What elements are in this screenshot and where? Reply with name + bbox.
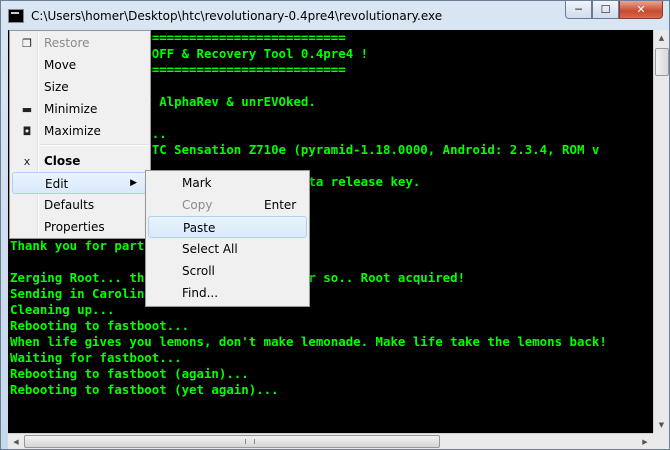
menu-item-label: Close	[44, 154, 81, 168]
menu-item-restore: ❐ Restore	[12, 32, 148, 54]
menu-item-maximize[interactable]: ◘ Maximize	[12, 120, 148, 142]
maximize-icon: ◘	[22, 124, 32, 138]
menu-item-label: Edit	[45, 177, 69, 191]
menu-item-defaults[interactable]: Defaults	[12, 194, 148, 216]
scroll-up-icon[interactable]: ▲	[654, 30, 669, 46]
menu-item-close[interactable]: x Close	[12, 150, 148, 172]
submenu-arrow-icon: ▶	[130, 178, 137, 188]
menu-item-properties[interactable]: Properties	[12, 216, 148, 238]
horizontal-scrollbar[interactable]: ◀ ▶	[8, 433, 653, 449]
menu-item-label: Find...	[182, 286, 219, 300]
horizontal-scroll-thumb[interactable]	[24, 435, 440, 448]
size-grip[interactable]	[653, 433, 669, 449]
menu-item-label: Select All	[182, 242, 238, 256]
menu-item-label: Size	[44, 80, 69, 94]
menu-item-label: Copy	[182, 198, 213, 212]
edit-item-paste[interactable]: Paste	[148, 216, 307, 238]
console-line: Cleaning up...	[10, 302, 115, 317]
edit-item-scroll[interactable]: Scroll	[148, 260, 307, 282]
console-line: Rebooting to fastboot...	[10, 318, 190, 333]
menu-item-accelerator: Enter	[264, 198, 297, 212]
menu-item-label: Restore	[44, 36, 90, 50]
menu-item-label: Mark	[182, 176, 212, 190]
caption-buttons: ─ ☐ ✕	[565, 1, 663, 21]
edit-submenu: Mark Copy Enter Paste Select All Scroll Find..…	[145, 170, 310, 307]
menu-separator	[40, 144, 148, 146]
edit-item-mark[interactable]: Mark	[148, 172, 307, 194]
minimize-icon: ▬	[21, 102, 33, 116]
minimize-icon: ─	[575, 3, 582, 16]
vertical-scroll-thumb[interactable]	[655, 48, 669, 76]
menu-item-label: Minimize	[44, 102, 98, 116]
console-line: Rebooting to fastboot (yet again)...	[10, 382, 279, 397]
menu-item-size[interactable]: Size	[12, 76, 148, 98]
system-menu: ❐ Restore Move Size ▬ Minimize ◘ Maximize x Close…	[9, 30, 151, 239]
menu-item-label: Scroll	[182, 264, 215, 278]
edit-item-find[interactable]: Find...	[148, 282, 307, 304]
scroll-right-icon[interactable]: ▶	[637, 434, 653, 449]
menu-item-minimize[interactable]: ▬ Minimize	[12, 98, 148, 120]
menu-item-label: Maximize	[44, 124, 101, 138]
console-line: Rebooting to fastboot (again)...	[10, 366, 249, 381]
vertical-scrollbar[interactable]: ▲ ▼	[653, 30, 669, 433]
edit-item-copy: Copy Enter	[148, 194, 307, 216]
scroll-down-icon[interactable]: ▼	[654, 417, 669, 433]
grip-icon	[245, 439, 255, 444]
close-icon: x	[23, 154, 31, 168]
title-bar[interactable]: C:\Users\homer\Desktop\htc\revolutionary…	[1, 1, 669, 33]
menu-item-label: Paste	[183, 221, 216, 235]
maximize-button[interactable]: ☐	[592, 1, 619, 19]
scroll-left-icon[interactable]: ◀	[8, 434, 24, 449]
console-icon[interactable]	[8, 9, 24, 23]
console-line: Waiting for fastboot...	[10, 350, 182, 365]
restore-icon: ❐	[22, 36, 32, 50]
menu-item-edit[interactable]: Edit ▶	[12, 172, 148, 194]
minimize-button[interactable]: ─	[565, 1, 592, 19]
close-icon: ✕	[636, 3, 646, 16]
menu-item-label: Defaults	[44, 198, 95, 212]
menu-item-label: Move	[44, 58, 77, 72]
console-line: When life gives you lemons, don't make l…	[10, 334, 607, 349]
menu-item-move[interactable]: Move	[12, 54, 148, 76]
window-title: C:\Users\homer\Desktop\htc\revolutionary…	[31, 9, 443, 23]
menu-item-label: Properties	[44, 220, 105, 234]
maximize-icon: ☐	[600, 3, 611, 16]
close-button[interactable]: ✕	[619, 1, 663, 19]
edit-item-select-all[interactable]: Select All	[148, 238, 307, 260]
